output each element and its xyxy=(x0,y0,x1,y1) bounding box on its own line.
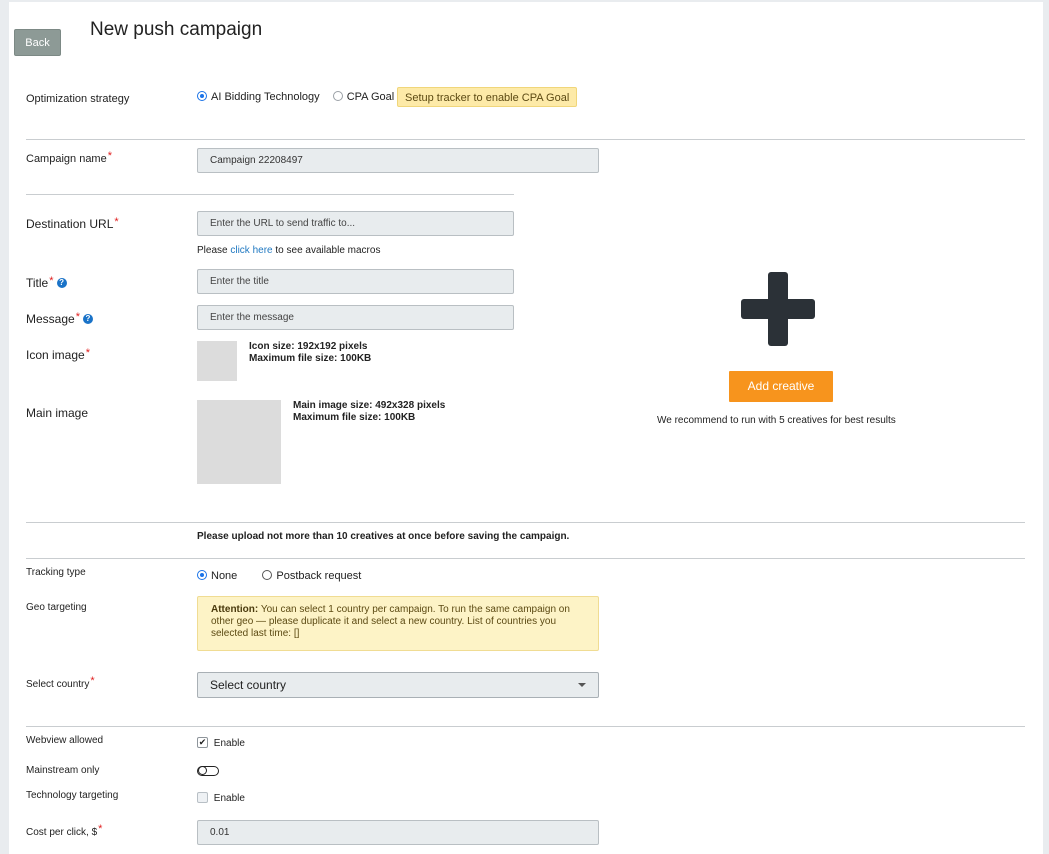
campaign-name-input[interactable]: Campaign 22208497 xyxy=(197,148,599,173)
technology-targeting-label: Technology targeting xyxy=(26,790,119,801)
upload-limit-note: Please upload not more than 10 creatives… xyxy=(197,531,570,542)
campaign-name-label: Campaign name* xyxy=(26,150,112,165)
cost-per-click-input[interactable]: 0.01 xyxy=(197,820,599,845)
optimization-strategy-label: Optimization strategy xyxy=(26,93,130,105)
divider xyxy=(26,558,1025,559)
required-mark: * xyxy=(114,216,119,228)
country-select-value: Select country xyxy=(210,678,287,692)
title-label-text: Title xyxy=(26,276,49,290)
radio-ai-bidding[interactable]: AI Bidding Technology xyxy=(197,91,320,103)
technology-checkbox[interactable] xyxy=(197,792,208,803)
select-country-label: Select country* xyxy=(26,675,95,690)
icon-image-label-text: Icon image xyxy=(26,348,85,362)
cpa-goal-notice: Setup tracker to enable CPA Goal xyxy=(397,87,578,107)
geo-attention-box: Attention: You can select 1 country per … xyxy=(197,596,599,651)
technology-checkbox-label: Enable xyxy=(213,793,245,805)
divider xyxy=(26,139,1025,140)
macros-link[interactable]: click here xyxy=(230,245,272,256)
cost-per-click-label: Cost per click, $* xyxy=(26,823,103,838)
destination-url-input[interactable]: Enter the URL to send traffic to... xyxy=(197,211,514,236)
radio-ai-bidding-icon[interactable] xyxy=(197,91,207,102)
add-creative-plus-icon[interactable] xyxy=(741,272,815,346)
macros-suffix: to see available macros xyxy=(275,245,381,256)
help-icon[interactable]: ? xyxy=(56,278,67,288)
radio-cpa-goal-icon[interactable] xyxy=(332,91,343,102)
required-mark: * xyxy=(90,675,95,687)
icon-image-size: Icon size: 192x192 pixels xyxy=(249,341,368,352)
radio-tracking-none[interactable]: None xyxy=(197,570,237,582)
select-country-label-text: Select country xyxy=(26,679,90,690)
icon-image-max: Maximum file size: 100KB xyxy=(249,353,372,364)
back-button[interactable]: Back xyxy=(14,29,61,56)
radio-cpa-goal[interactable]: CPA Goal xyxy=(332,91,395,103)
creative-recommendation: We recommend to run with 5 creatives for… xyxy=(657,415,896,426)
icon-image-label: Icon image* xyxy=(26,347,90,362)
icon-image-info: Icon size: 192x192 pixels Maximum file s… xyxy=(249,341,371,365)
attention-text: You can select 1 country per campaign. T… xyxy=(211,604,570,639)
page-title: New push campaign xyxy=(90,19,263,40)
chevron-down-icon xyxy=(578,683,586,687)
add-creative-button[interactable]: Add creative xyxy=(729,371,833,402)
geo-targeting-label: Geo targeting xyxy=(26,602,87,613)
mainstream-only-label: Mainstream only xyxy=(26,765,100,776)
required-mark: * xyxy=(85,347,90,359)
radio-tracking-postback-icon[interactable] xyxy=(262,570,273,581)
attention-label: Attention: xyxy=(211,604,259,615)
title-input[interactable]: Enter the title xyxy=(197,269,514,294)
country-select[interactable]: Select country xyxy=(197,672,599,698)
message-input[interactable]: Enter the message xyxy=(197,305,514,330)
destination-url-label: Destination URL* xyxy=(26,216,119,231)
radio-cpa-goal-label: CPA Goal xyxy=(346,91,395,103)
icon-image-upload[interactable] xyxy=(197,341,237,381)
radio-ai-bidding-label: AI Bidding Technology xyxy=(211,91,320,103)
radio-tracking-postback[interactable]: Postback request xyxy=(262,570,361,582)
webview-checkbox[interactable]: ✔ xyxy=(197,737,208,748)
main-image-label: Main image xyxy=(26,406,89,420)
radio-tracking-none-label: None xyxy=(211,570,238,582)
tracking-radio-group: None Postback request xyxy=(197,570,371,582)
main-image-size: Main image size: 492x328 pixels xyxy=(293,400,446,411)
main-image-info: Main image size: 492x328 pixels Maximum … xyxy=(293,400,445,424)
divider xyxy=(26,726,1025,727)
help-icon[interactable]: ? xyxy=(82,314,93,324)
radio-tracking-none-icon[interactable] xyxy=(197,570,207,581)
required-mark: * xyxy=(75,311,80,323)
webview-allowed-label: Webview allowed xyxy=(26,735,104,746)
main-image-upload[interactable] xyxy=(197,400,281,484)
plus-icon-horizontal xyxy=(741,299,815,319)
campaign-name-label-text: Campaign name xyxy=(26,153,107,165)
required-mark: * xyxy=(107,150,112,162)
cost-per-click-label-text: Cost per click, $ xyxy=(26,827,98,838)
webview-checkbox-label: Enable xyxy=(213,738,245,750)
macros-prefix: Please xyxy=(197,245,228,256)
divider xyxy=(26,194,514,195)
webview-checkbox-row[interactable]: ✔ Enable xyxy=(197,737,245,750)
divider xyxy=(26,522,1025,523)
macros-hint: Please click here to see available macro… xyxy=(197,245,380,256)
optimization-radio-group: AI Bidding Technology CPA Goal xyxy=(197,91,404,103)
radio-tracking-postback-label: Postback request xyxy=(276,570,362,582)
main-image-max: Maximum file size: 100KB xyxy=(293,412,416,423)
destination-url-label-text: Destination URL xyxy=(26,217,114,231)
technology-checkbox-row[interactable]: Enable xyxy=(197,792,245,805)
title-label: Title*? xyxy=(26,275,67,290)
required-mark: * xyxy=(98,823,103,835)
message-label-text: Message xyxy=(26,312,75,326)
tracking-type-label: Tracking type xyxy=(26,567,86,578)
message-label: Message*? xyxy=(26,311,93,326)
mainstream-toggle[interactable] xyxy=(197,766,219,776)
required-mark: * xyxy=(49,275,54,287)
